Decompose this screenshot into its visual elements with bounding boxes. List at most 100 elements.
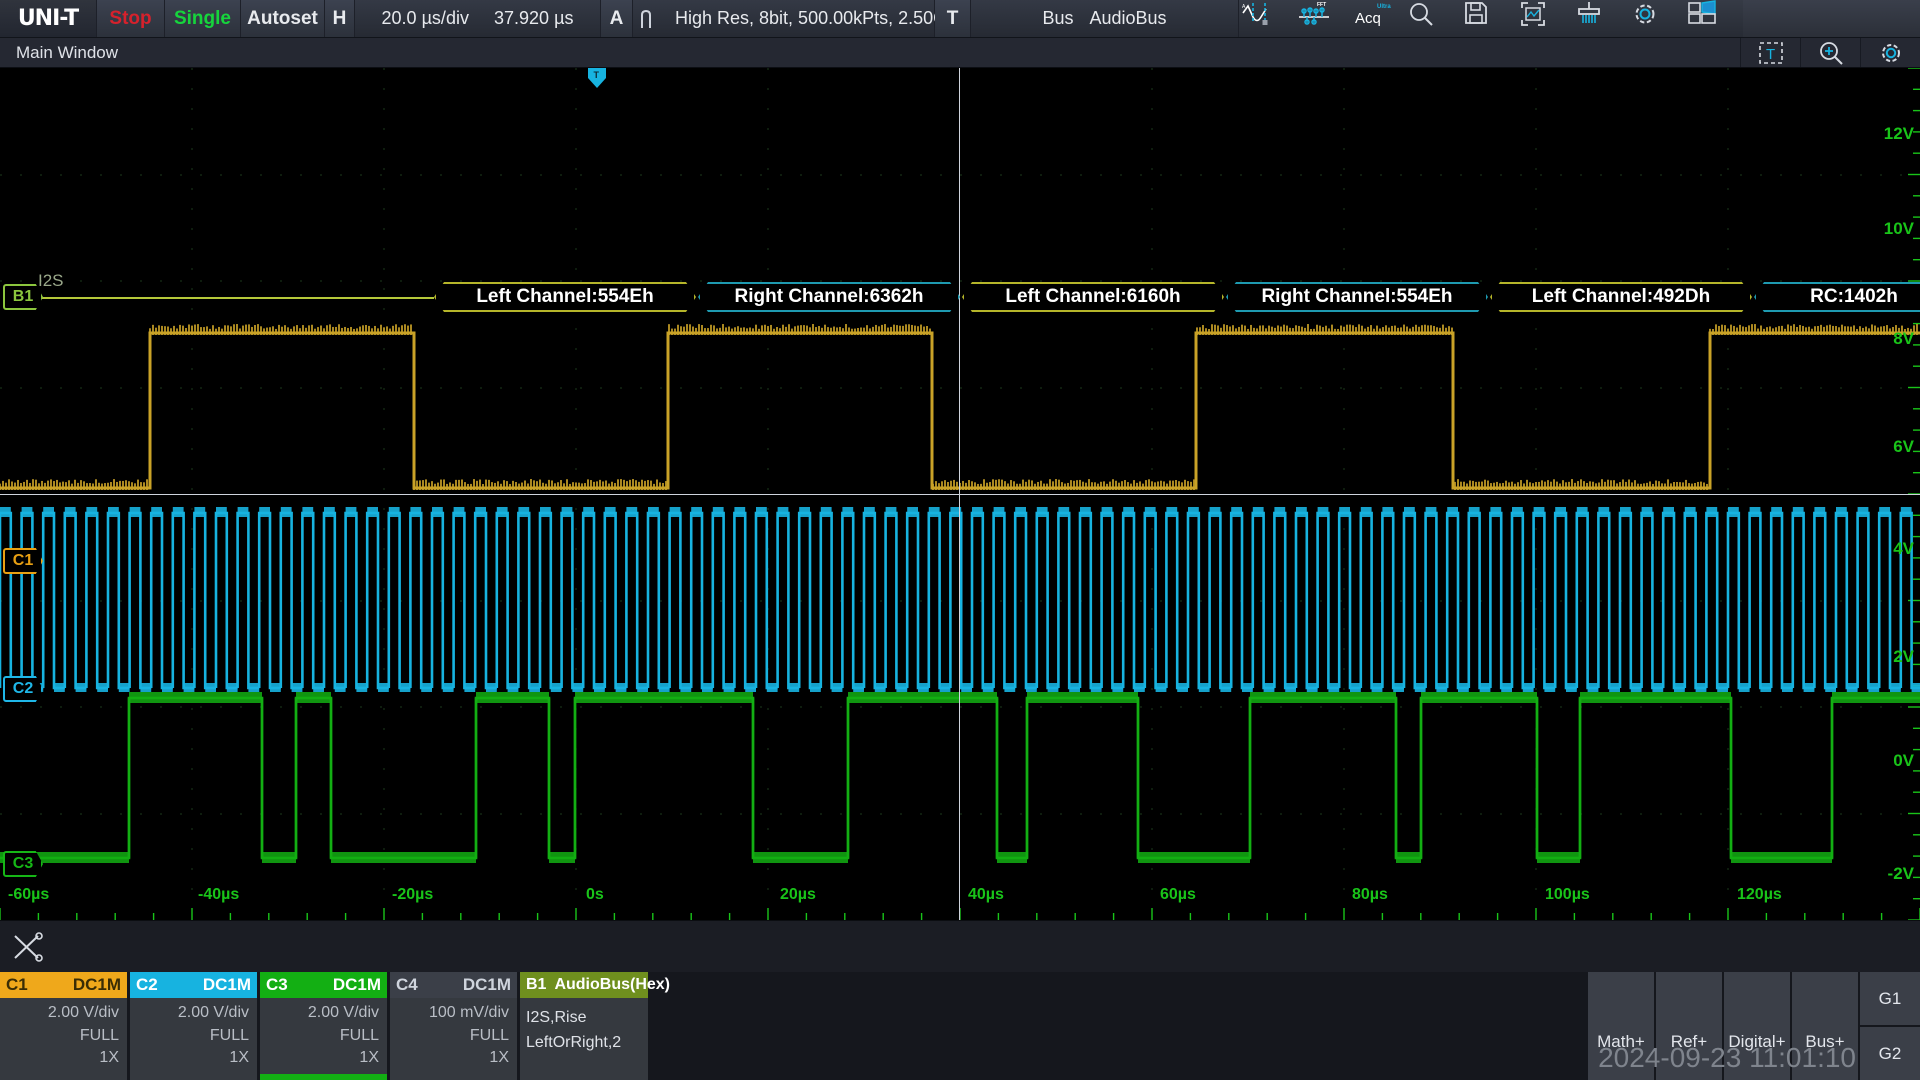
acq-mode-button[interactable]: Single [165, 0, 241, 37]
channel-card-c4[interactable]: C4 DC1M 100 mV/div FULL 1X [390, 972, 517, 1080]
channel-card-body: 2.00 V/div FULL 1X [0, 998, 127, 1070]
text-tool-icon[interactable]: T [1740, 38, 1800, 67]
bottom-right-controls: Math+ Ref+ Digital+ Bus+ G1 G2 2024-09-2… [1586, 972, 1920, 1080]
channel-card-body: 2.00 V/div FULL 1X [260, 998, 387, 1070]
window-title: Main Window [16, 43, 118, 63]
bus-packet[interactable]: Right Channel:6362h [698, 282, 960, 312]
channel-card-body: 2.00 V/div FULL 1X [130, 998, 257, 1070]
time-label-9: 120µs [1737, 886, 1782, 904]
bus-card-b1[interactable]: B1 AudioBus(Hex) I2S,Rise LeftOrRight,2 [520, 972, 648, 1080]
channel-card-header: C4 DC1M [390, 972, 517, 998]
autoset-button[interactable]: Autoset [241, 0, 325, 37]
time-label-0: -60µs [8, 886, 49, 904]
trigger-source: AudioBus [1089, 8, 1166, 29]
waveform-plot[interactable]: T 12V10V8V6V4V2V0V-2V -60µs-40µs-20µs0s2… [0, 68, 1920, 920]
channel-card-scale: 2.00 V/div [260, 1002, 379, 1025]
bus-card-line2: LeftOrRight,2 [526, 1031, 648, 1056]
svg-text:T: T [594, 70, 600, 80]
trigger-type: Bus [1042, 8, 1073, 29]
time-label-7: 80µs [1352, 886, 1388, 904]
ultra-acq-icon[interactable]: Ultra Acq [1351, 0, 1407, 37]
channel-card-bandwidth: FULL [260, 1025, 379, 1048]
gear-icon[interactable] [1860, 38, 1920, 67]
bus-card-header: B1 AudioBus(Hex) [520, 972, 648, 998]
bus-idle-line [22, 297, 434, 299]
channel-card-header: C3 DC1M [260, 972, 387, 998]
save-icon[interactable] [1463, 0, 1519, 37]
channel-tag-c3[interactable]: C3 [3, 851, 43, 877]
brand-logo-text: UNI-T [18, 6, 78, 31]
bus-card-title: AudioBus(Hex) [554, 976, 670, 994]
settings-gear-icon[interactable] [1631, 0, 1687, 37]
acquire-label[interactable]: A [601, 0, 633, 37]
channel-card-probe: 1X [130, 1047, 249, 1070]
voltage-label-2: 8V [1893, 329, 1914, 349]
ground-reference-line [0, 494, 1920, 495]
time-label-4: 20µs [780, 886, 816, 904]
channel-card-id: C4 [396, 975, 418, 995]
channel-card-c2[interactable]: C2 DC1M 2.00 V/div FULL 1X [130, 972, 257, 1080]
window-bar: Main Window T [0, 38, 1920, 68]
bus-packet[interactable]: Right Channel:554Eh [1226, 282, 1488, 312]
channel-card-header: C1 DC1M [0, 972, 127, 998]
channel-card-active-indicator [260, 1074, 387, 1080]
horizontal-label[interactable]: H [325, 0, 355, 37]
group-g1-button[interactable]: G1 [1860, 972, 1920, 1025]
timestamp: 2024-09-23 11:01:10 [1598, 1042, 1856, 1074]
window-bar-buttons: T [1740, 38, 1920, 67]
time-label-3: 0s [586, 886, 604, 904]
horizontal-info[interactable]: 20.0 µs/div 37.920 µs [355, 0, 601, 37]
bus-packet[interactable]: Left Channel:492Dh [1490, 282, 1752, 312]
zoom-in-icon[interactable] [1800, 38, 1860, 67]
waveform-cursor-icon[interactable]: A [1239, 0, 1295, 37]
trigger-position-marker[interactable]: T [586, 68, 608, 90]
svg-text:FFT: FFT [1317, 2, 1326, 8]
fft-measure-icon[interactable]: FFT [1295, 0, 1351, 37]
channel-card-coupling: DC1M [333, 975, 381, 995]
voltage-label-4: 4V [1893, 539, 1914, 559]
bus-packet[interactable]: Left Channel:554Eh [434, 282, 696, 312]
channel-card-scale: 2.00 V/div [130, 1002, 249, 1025]
channel-card-body: 100 mV/div FULL 1X [390, 998, 517, 1070]
layout-window-icon[interactable] [1687, 0, 1743, 37]
channel-card-scale: 2.00 V/div [0, 1002, 119, 1025]
bus-packet[interactable]: RC:1402h [1754, 282, 1920, 312]
brand-logo: UNI-T [0, 0, 97, 37]
channel-card-id: C2 [136, 975, 158, 995]
channel-card-scale: 100 mV/div [390, 1002, 509, 1025]
voltage-label-5: 2V [1893, 647, 1914, 667]
channel-card-bandwidth: FULL [130, 1025, 249, 1048]
channel-cards: C1 DC1M 2.00 V/div FULL 1X C2 DC1M 2.00 … [0, 972, 520, 1080]
trigger-label[interactable]: T [935, 0, 971, 37]
top-toolbar: UNI-T Stop Single Autoset H 20.0 µs/div … [0, 0, 1920, 38]
acquire-info[interactable]: High Res, 8bit, 500.00kPts, 2.50GSa/s [633, 0, 935, 37]
channel-card-probe: 1X [260, 1047, 379, 1070]
screenshot-icon[interactable] [1519, 0, 1575, 37]
channel-card-bandwidth: FULL [0, 1025, 119, 1048]
channel-tag-c2[interactable]: C2 [3, 676, 43, 702]
svg-text:Acq: Acq [1355, 10, 1381, 26]
bus-protocol-label: I2S [38, 271, 64, 291]
bus-tag-b1[interactable]: B1 [3, 284, 43, 310]
run-stop-button[interactable]: Stop [97, 0, 165, 37]
measure-tools-icon[interactable] [12, 932, 46, 962]
group-g2-button[interactable]: G2 [1860, 1027, 1920, 1080]
channel-card-id: C1 [6, 975, 28, 995]
channel-card-c3[interactable]: C3 DC1M 2.00 V/div FULL 1X [260, 972, 387, 1080]
svg-text:T: T [1766, 46, 1775, 63]
horizontal-scale: 20.0 µs/div [382, 8, 469, 29]
time-label-5: 40µs [968, 886, 1004, 904]
clear-icon[interactable] [1575, 0, 1631, 37]
bus-packet[interactable]: Left Channel:6160h [962, 282, 1224, 312]
search-icon[interactable] [1407, 0, 1463, 37]
trigger-info[interactable]: Bus AudioBus [971, 0, 1239, 37]
time-label-2: -20µs [392, 886, 433, 904]
channel-card-c1[interactable]: C1 DC1M 2.00 V/div FULL 1X [0, 972, 127, 1080]
bottom-panel: C1 DC1M 2.00 V/div FULL 1X C2 DC1M 2.00 … [0, 972, 1920, 1080]
voltage-label-0: 12V [1884, 124, 1914, 144]
channel-card-id: C3 [266, 975, 288, 995]
measure-toolstrip [0, 920, 1920, 972]
channel-card-coupling: DC1M [73, 975, 121, 995]
channel-tag-c1[interactable]: C1 [3, 548, 43, 574]
bus-card-id: B1 [526, 976, 546, 994]
